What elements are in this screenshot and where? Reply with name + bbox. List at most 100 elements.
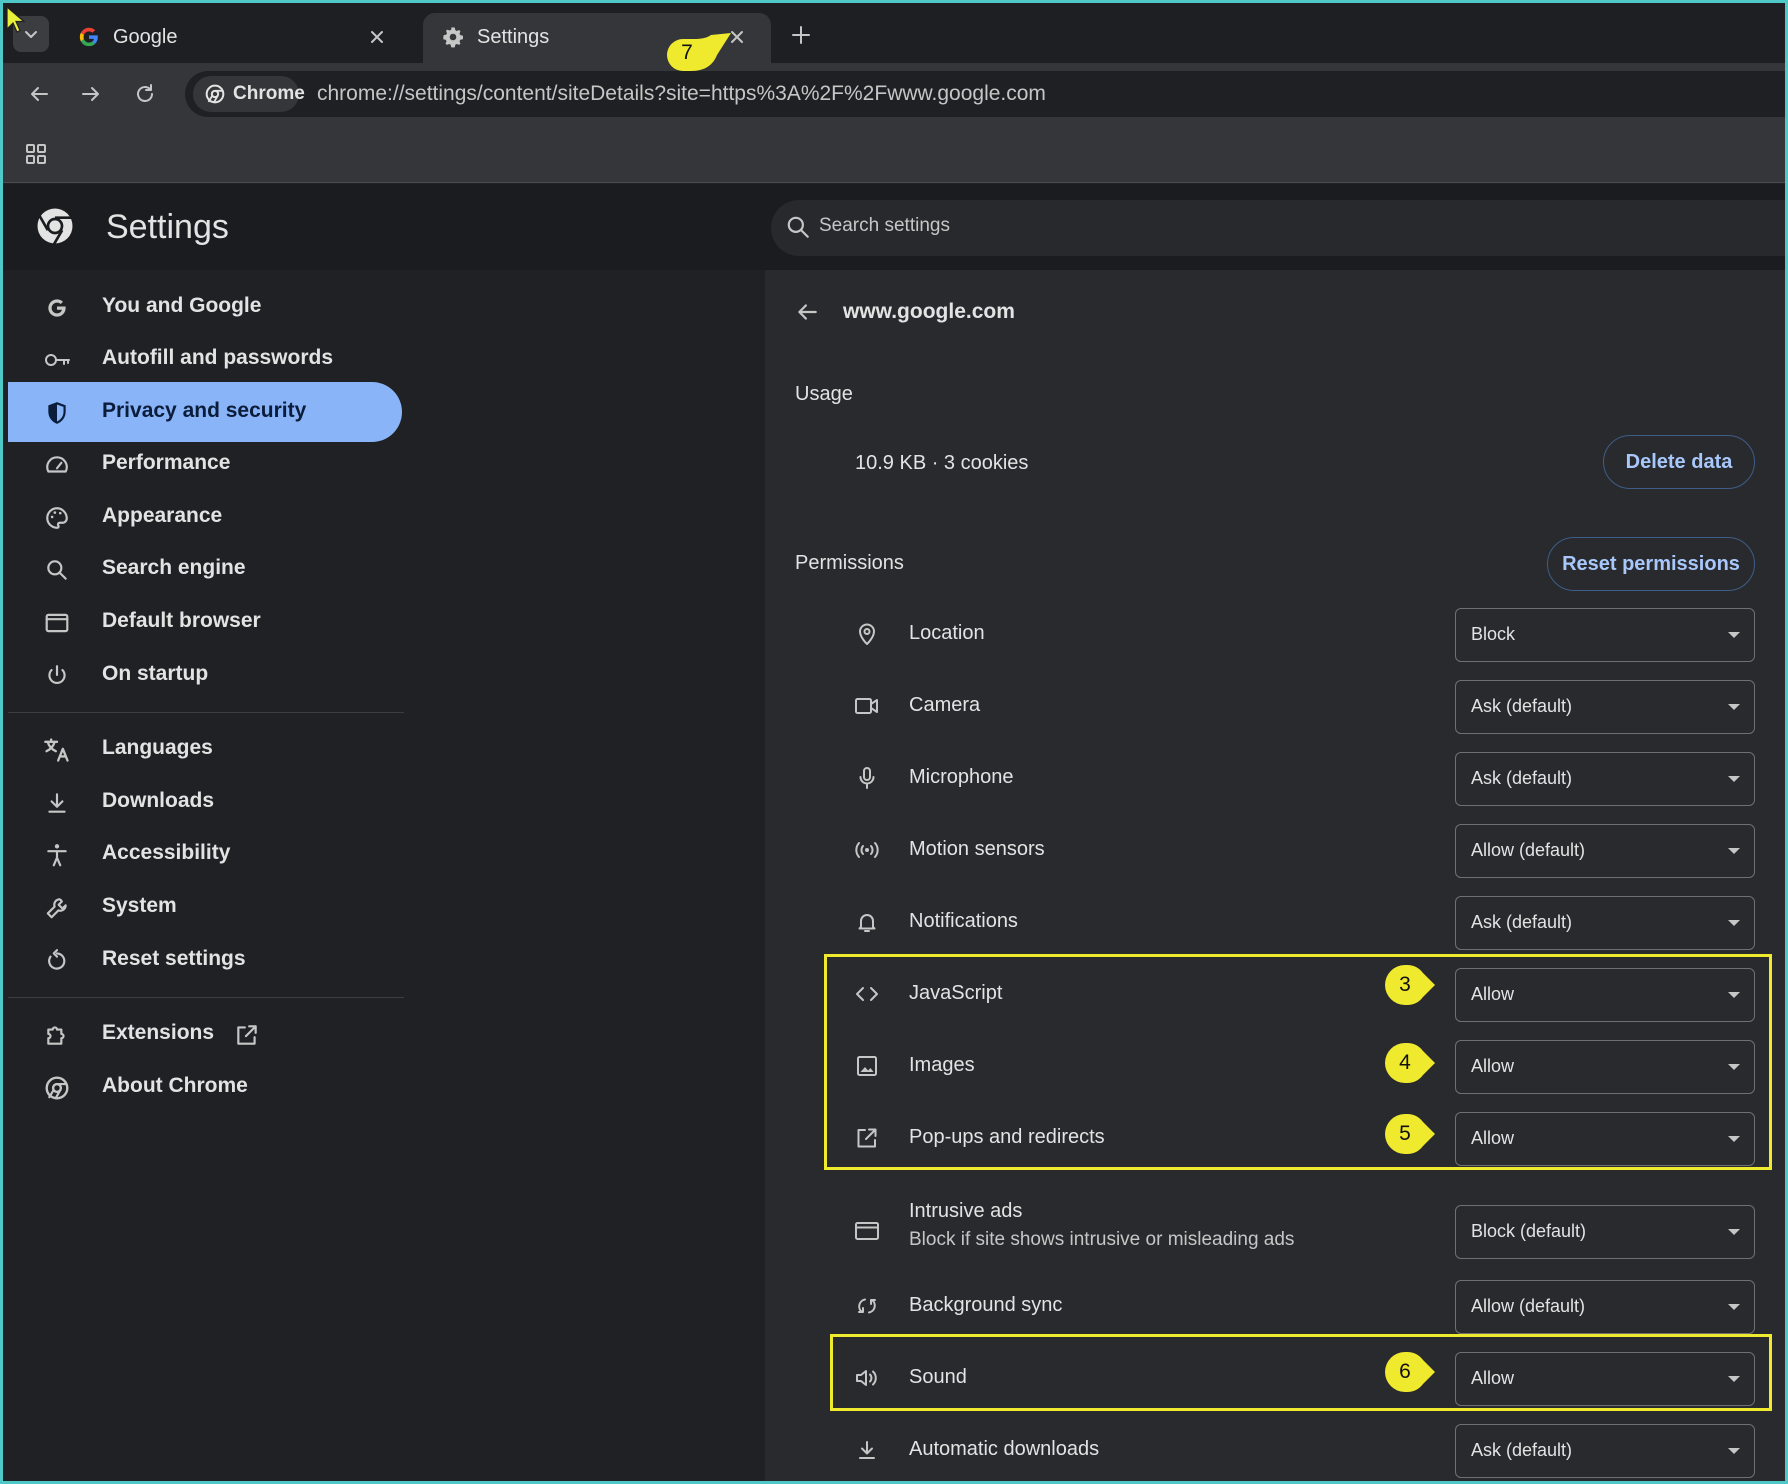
toolbar: Chrome chrome://settings/content/siteDet…	[3, 63, 1785, 125]
nav-divider	[8, 712, 404, 713]
close-tab-icon[interactable]	[365, 25, 389, 49]
camera-select[interactable]: Ask (default)	[1455, 680, 1755, 734]
permission-row-location: Location Block	[765, 603, 1785, 665]
tab-google[interactable]: Google	[59, 13, 411, 65]
nav-system[interactable]: System	[8, 877, 402, 937]
tab-title: Settings	[477, 26, 550, 48]
nav-about-chrome[interactable]: About Chrome	[8, 1057, 402, 1117]
shield-icon	[43, 399, 71, 427]
nav-languages[interactable]: Languages	[8, 719, 402, 779]
apps-button[interactable]	[21, 139, 51, 169]
callout-marker: 7	[659, 33, 739, 87]
nav-label: Downloads	[102, 789, 215, 812]
dropdown-arrow-icon	[1728, 848, 1740, 854]
intrusive-ads-select[interactable]: Block (default)	[1455, 1205, 1755, 1259]
permission-label: Background sync	[909, 1294, 1063, 1316]
site-info-chip[interactable]: Chrome	[193, 76, 305, 112]
nav-privacy-and-security[interactable]: Privacy and security	[8, 382, 402, 442]
nav-label: Privacy and security	[102, 399, 307, 422]
callout-number: 5	[1399, 1122, 1411, 1145]
dropdown-arrow-icon	[1728, 704, 1740, 710]
nav-label: On startup	[102, 662, 209, 685]
gear-icon	[441, 25, 465, 49]
nav-label: Autofill and passwords	[102, 346, 334, 369]
address-bar[interactable]: Chrome chrome://settings/content/siteDet…	[185, 71, 1785, 117]
select-value: Ask (default)	[1471, 1440, 1573, 1460]
translate-icon	[43, 736, 71, 764]
highlight-box	[830, 1334, 1772, 1411]
site-details-panel: www.google.com Usage 10.9 KB · 3 cookies…	[765, 270, 1785, 1481]
arrow-left-icon	[798, 304, 817, 320]
nav-performance[interactable]: Performance	[8, 434, 402, 494]
nav-search-engine[interactable]: Search engine	[8, 539, 402, 599]
download-icon	[43, 789, 71, 817]
arrow-left-icon	[31, 87, 48, 101]
sensors-icon	[853, 836, 881, 864]
select-value: Block	[1471, 624, 1516, 644]
microphone-select[interactable]: Ask (default)	[1455, 752, 1755, 806]
nav-default-browser[interactable]: Default browser	[8, 592, 402, 652]
permission-sublabel: Block if site shows intrusive or mislead…	[909, 1229, 1295, 1250]
mouse-cursor-icon	[6, 6, 26, 34]
back-button[interactable]	[791, 296, 823, 328]
permission-label: Notifications	[909, 910, 1018, 932]
permission-row-camera: Camera Ask (default)	[765, 675, 1785, 737]
background-sync-select[interactable]: Allow (default)	[1455, 1280, 1755, 1334]
wrench-icon	[43, 894, 71, 922]
browser-window-icon	[43, 609, 71, 637]
new-tab-button[interactable]	[785, 19, 817, 51]
select-value: Ask (default)	[1471, 696, 1573, 716]
nav-reset-settings[interactable]: Reset settings	[8, 930, 402, 990]
tab-strip: Google Settings	[3, 3, 1785, 65]
automatic-downloads-select[interactable]: Ask (default)	[1455, 1424, 1755, 1478]
usage-heading: Usage	[795, 383, 853, 405]
callout-number: 6	[1399, 1360, 1411, 1383]
chrome-logo-icon	[35, 206, 75, 246]
nav-autofill-and-passwords[interactable]: Autofill and passwords	[8, 329, 402, 389]
dropdown-arrow-icon	[1728, 1304, 1740, 1310]
nav-appearance[interactable]: Appearance	[8, 487, 402, 547]
chrome-icon	[43, 1074, 71, 1102]
permission-label: Location	[909, 622, 985, 644]
permission-row-motion-sensors: Motion sensors Allow (default)	[765, 819, 1785, 881]
page-title: Settings	[106, 208, 229, 246]
nav-downloads[interactable]: Downloads	[8, 772, 402, 832]
speedometer-icon	[43, 451, 71, 479]
settings-sidebar: You and Google Autofill and passwords Pr…	[3, 270, 765, 1481]
reload-icon	[137, 84, 153, 102]
nav-label: Languages	[102, 736, 213, 759]
nav-label: Accessibility	[102, 841, 231, 864]
nav-on-startup[interactable]: On startup	[8, 645, 402, 705]
puzzle-icon	[43, 1021, 71, 1049]
ads-window-icon	[853, 1217, 881, 1245]
forward-button[interactable]	[75, 78, 107, 110]
motion-sensors-select[interactable]: Allow (default)	[1455, 824, 1755, 878]
reset-permissions-button[interactable]: Reset permissions	[1547, 537, 1755, 591]
sync-icon	[853, 1292, 881, 1320]
browser-window: Google Settings Chrome chrome://settings…	[0, 0, 1788, 1484]
site-title: www.google.com	[843, 300, 1015, 323]
reload-button[interactable]	[129, 78, 161, 110]
bell-icon	[853, 908, 881, 936]
nav-extensions[interactable]: Extensions	[8, 1004, 402, 1064]
select-value: Block (default)	[1471, 1221, 1587, 1241]
select-value: Allow (default)	[1471, 840, 1586, 860]
usage-value: 10.9 KB · 3 cookies	[855, 452, 1029, 474]
delete-data-button[interactable]: Delete data	[1603, 435, 1755, 489]
settings-header: Settings Search settings	[3, 184, 1785, 270]
notifications-select[interactable]: Ask (default)	[1455, 896, 1755, 950]
callout-number: 4	[1399, 1051, 1411, 1074]
permission-row-automatic-downloads: Automatic downloads Ask (default)	[765, 1419, 1785, 1481]
palette-icon	[43, 504, 71, 532]
nav-label: Extensions	[102, 1021, 215, 1044]
search-settings-input[interactable]: Search settings	[771, 200, 1785, 256]
permission-row-notifications: Notifications Ask (default)	[765, 891, 1785, 953]
callout-number: 3	[1399, 973, 1411, 996]
dropdown-arrow-icon	[1728, 632, 1740, 638]
camera-icon	[853, 692, 881, 720]
nav-you-and-google[interactable]: You and Google	[8, 277, 402, 337]
nav-accessibility[interactable]: Accessibility	[8, 824, 402, 884]
accessibility-icon	[43, 841, 71, 869]
back-button[interactable]	[23, 78, 55, 110]
location-select[interactable]: Block	[1455, 608, 1755, 662]
